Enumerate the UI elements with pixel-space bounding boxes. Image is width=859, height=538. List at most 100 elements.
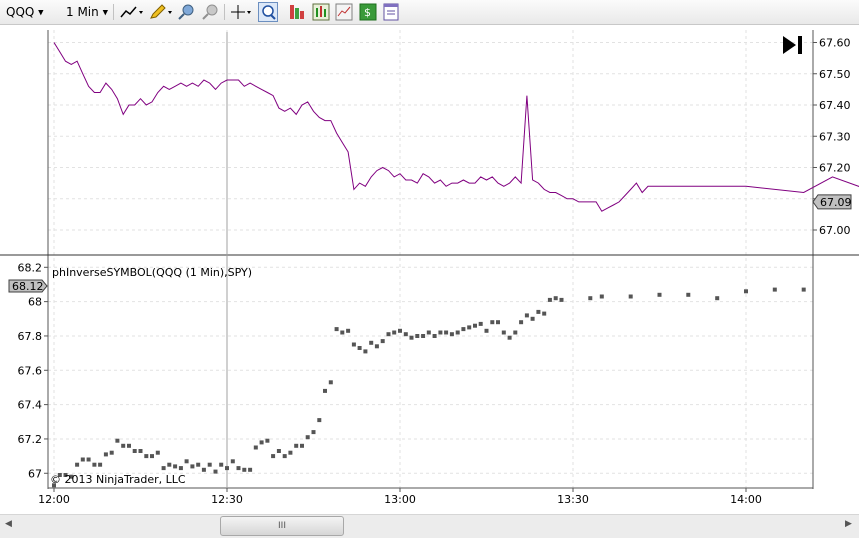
- indicator-point: [519, 320, 524, 325]
- indicator-point: [547, 297, 552, 302]
- indicator-point: [559, 297, 564, 302]
- indicator-point: [300, 443, 304, 448]
- indicator-point: [380, 339, 385, 344]
- indicator-points: [52, 287, 806, 488]
- indicator-point: [178, 466, 183, 471]
- indicator-point: [334, 327, 339, 332]
- indicator-point: [127, 443, 131, 448]
- scrollbar-thumb[interactable]: III: [220, 516, 344, 536]
- indicator-point: [772, 287, 777, 292]
- chart-toolbar: QQQ ▼ 1 Min ▼ $: [0, 0, 859, 25]
- crosshair-icon[interactable]: [229, 3, 251, 21]
- indicator-point: [121, 443, 126, 448]
- indicator-point: [415, 334, 420, 338]
- indicator-point: [219, 462, 224, 467]
- drawing-line-icon[interactable]: [119, 3, 143, 21]
- indicator-point: [346, 328, 351, 333]
- horizontal-scrollbar[interactable]: ◀ III ▶: [0, 514, 859, 538]
- indicator-point: [259, 440, 264, 445]
- indicator-tick-label: 67.8: [18, 330, 43, 343]
- indicator-point: [369, 340, 374, 345]
- indicator-axis-ticks: 68.2 68 67.8 67.6 67.4 67.2 67: [18, 261, 48, 480]
- indicator-point: [86, 457, 91, 462]
- indicators-icon[interactable]: [312, 3, 330, 21]
- indicator-point: [553, 296, 558, 301]
- indicator-point: [507, 335, 512, 340]
- time-tick-label: 13:30: [557, 493, 589, 506]
- indicator-point: [80, 457, 85, 462]
- indicator-point: [323, 388, 327, 393]
- indicator-point: [190, 464, 195, 469]
- interval-selector[interactable]: 1 Min ▼: [66, 3, 108, 21]
- indicator-point: [801, 287, 806, 292]
- indicator-point: [357, 346, 362, 350]
- indicator-point: [225, 466, 229, 471]
- indicator-point: [161, 466, 166, 471]
- indicator-point: [236, 466, 241, 471]
- grid-lines: [48, 30, 813, 488]
- indicator-point: [132, 449, 137, 453]
- indicator-point: [115, 438, 120, 443]
- indicator-point: [103, 452, 108, 457]
- indicator-point: [317, 418, 322, 423]
- price-tick-label: 67.40: [819, 99, 851, 112]
- chart-style-icon[interactable]: [335, 3, 353, 21]
- indicator-point: [473, 323, 477, 328]
- time-tick-label: 14:00: [730, 493, 762, 506]
- time-axis-ticks: 12:0012:3013:0013:3014:0014:3015:0015:30…: [38, 488, 762, 506]
- indicator-point: [403, 332, 408, 337]
- indicator-point: [744, 289, 748, 294]
- price-tick-label: 67.30: [819, 130, 851, 143]
- indicator-point: [501, 330, 506, 335]
- indicator-point: [392, 330, 397, 335]
- properties-icon[interactable]: [382, 3, 400, 21]
- indicator-point: [432, 334, 437, 338]
- chevron-down-icon: ▼: [102, 8, 108, 17]
- scroll-right-icon[interactable]: ▶: [845, 519, 852, 529]
- scroll-left-icon[interactable]: ◀: [5, 519, 12, 529]
- pencil-icon[interactable]: [148, 3, 172, 21]
- magnifier-icon[interactable]: [258, 2, 278, 22]
- indicator-point: [340, 330, 345, 335]
- price-tick-label: 67.60: [819, 37, 851, 50]
- price-last-value: 67.09: [820, 196, 852, 209]
- indicator-point: [715, 296, 720, 301]
- indicator-point: [478, 321, 483, 326]
- indicator-tick-label: 68.2: [18, 261, 43, 274]
- indicator-point: [207, 462, 212, 467]
- indicator-point: [536, 309, 541, 314]
- zoom-out-icon[interactable]: [201, 3, 219, 21]
- price-tick-label: 67.00: [819, 224, 851, 237]
- indicator-tick-label: 67.2: [18, 433, 43, 446]
- indicator-point: [409, 335, 414, 340]
- indicator-point: [467, 325, 472, 330]
- indicator-point: [92, 462, 97, 467]
- go-to-end-icon[interactable]: [783, 36, 802, 54]
- indicator-point: [294, 443, 299, 448]
- indicator-point: [628, 294, 633, 299]
- time-tick-label: 12:00: [38, 493, 70, 506]
- dollar-icon[interactable]: $: [359, 3, 377, 21]
- zoom-in-icon[interactable]: [177, 3, 195, 21]
- indicator-tick-label: 67: [28, 467, 42, 480]
- indicator-point: [363, 349, 368, 354]
- indicator-point: [173, 464, 178, 469]
- indicator-last-marker: 68.12: [8, 279, 48, 293]
- chart-canvas[interactable]: 67.6067.5067.4067.3067.2067.1067.00 68.2…: [0, 25, 859, 514]
- indicator-point: [398, 328, 402, 333]
- toolbar-divider: [224, 4, 225, 20]
- indicator-tick-label: 67.6: [18, 364, 43, 377]
- indicator-point: [213, 469, 218, 474]
- indicator-point: [155, 450, 160, 455]
- indicator-point: [138, 449, 143, 453]
- indicator-point: [421, 334, 426, 338]
- instrument-selector[interactable]: QQQ ▼: [6, 3, 44, 21]
- indicator-point: [542, 311, 547, 316]
- indicator-point: [201, 467, 206, 472]
- indicator-point: [276, 449, 281, 453]
- indicator-point: [524, 313, 529, 318]
- order-bars-icon[interactable]: [288, 3, 306, 21]
- indicator-point: [328, 380, 333, 385]
- indicator-point: [351, 342, 356, 347]
- indicator-point: [426, 330, 431, 335]
